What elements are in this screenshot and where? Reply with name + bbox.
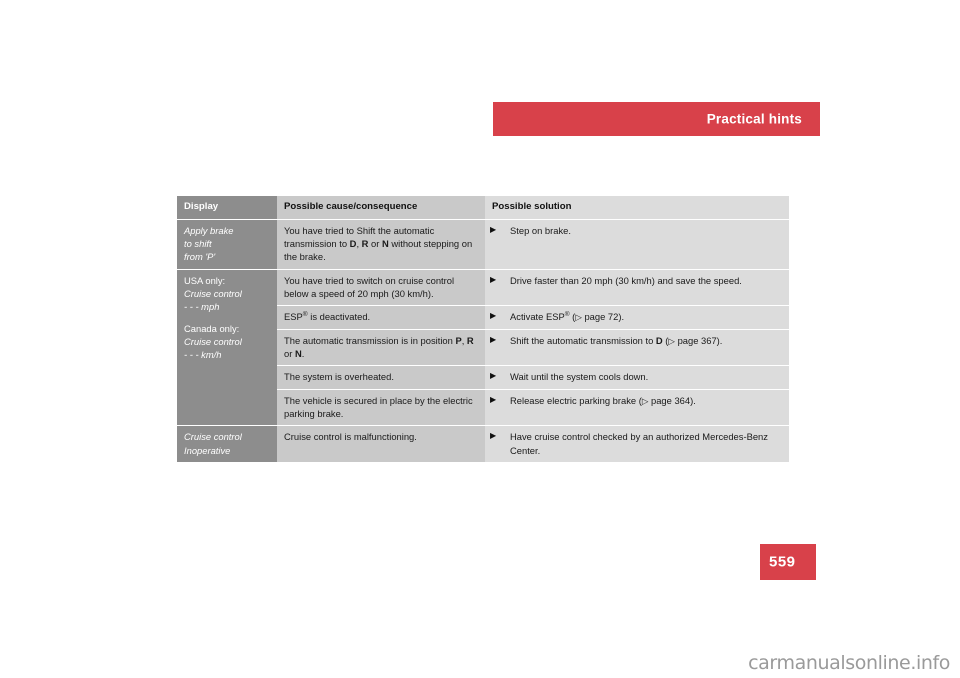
bullet-triangle-icon: ▶ [490, 431, 497, 441]
display-messages-table: Display Possible cause/consequence Possi… [177, 196, 789, 463]
cause-text: Cruise control is malfunctioning. [284, 431, 417, 443]
table-header-row: Display Possible cause/consequence Possi… [177, 196, 789, 220]
cause-text: You have tried to Shift the automatic tr… [284, 224, 473, 263]
cause-cell: You have tried to Shift the automatic tr… [277, 218, 485, 270]
solution-item: ▶ Step on brake. [485, 224, 782, 237]
page-number-block: 559 [760, 544, 816, 580]
display-message-cell: USA only: Cruise control - - - mph Canad… [177, 268, 277, 426]
solution-text: Drive faster than 20 mph (30 km/h) and s… [510, 274, 742, 286]
display-message-line: from 'P' [184, 251, 216, 263]
cause-cell: The automatic transmission is in positio… [277, 328, 485, 366]
solution-text: Activate ESP® (▷ page 72). [510, 311, 625, 323]
solution-item: ▶ Release electric parking brake (▷ page… [485, 394, 782, 407]
display-message-cell: Cruise control Inoperative [177, 425, 277, 463]
display-message-line: Cruise control [184, 336, 242, 348]
table-body: Apply brake to shift from 'P' You have t… [177, 218, 789, 463]
cause-cell: The system is overheated. [277, 365, 485, 390]
cause-text: ESP® is deactivated. [284, 311, 371, 323]
site-watermark: carmanualsonline.info [748, 652, 950, 674]
cause-cell: ESP® is deactivated. [277, 305, 485, 330]
display-message-line: Inoperative [184, 444, 231, 456]
bullet-triangle-icon: ▶ [490, 311, 497, 321]
solution-text: Have cruise control checked by an author… [510, 431, 768, 456]
solution-item: ▶ Drive faster than 20 mph (30 km/h) and… [485, 274, 782, 287]
practical-hints-header-band: Practical hints [493, 102, 820, 136]
cause-cell: Cruise control is malfunctioning. [277, 425, 485, 463]
cause-text: The system is overheated. [284, 371, 394, 383]
display-message-line: to shift [184, 237, 212, 249]
table-row: USA only: Cruise control - - - mph Canad… [177, 268, 789, 426]
page-number: 559 [769, 553, 796, 571]
solution-cell: ▶ Release electric parking brake (▷ page… [485, 388, 789, 426]
solution-cell: ▶ Activate ESP® (▷ page 72). [485, 305, 789, 330]
display-message-cell: Apply brake to shift from 'P' [177, 218, 277, 270]
bullet-triangle-icon: ▶ [490, 371, 497, 381]
display-message-line: Canada only: [184, 322, 240, 334]
column-header-display: Display [177, 196, 277, 220]
display-message-line: - - - km/h [184, 349, 222, 361]
table-header: Display Possible cause/consequence Possi… [177, 196, 789, 220]
display-message-line: Cruise control [184, 287, 242, 299]
cause-text: The automatic transmission is in positio… [284, 334, 474, 360]
table-row: Apply brake to shift from 'P' You have t… [177, 218, 789, 270]
solution-text: Release electric parking brake (▷ page 3… [510, 394, 696, 406]
column-header-possible-solution: Possible solution [485, 196, 789, 220]
cause-text: The vehicle is secured in place by the e… [284, 394, 473, 420]
solution-text: Shift the automatic transmission to D (▷… [510, 334, 723, 346]
solution-item: ▶ Have cruise control checked by an auth… [485, 430, 782, 457]
solution-text: Step on brake. [510, 224, 571, 236]
solution-cell: ▶ Have cruise control checked by an auth… [485, 425, 789, 463]
solution-item: ▶ Shift the automatic transmission to D … [485, 334, 782, 347]
bullet-triangle-icon: ▶ [490, 224, 497, 234]
solution-cell: ▶ Drive faster than 20 mph (30 km/h) and… [485, 268, 789, 306]
solution-item: ▶ Wait until the system cools down. [485, 370, 782, 383]
solution-cell: ▶ Step on brake. [485, 218, 789, 270]
bullet-triangle-icon: ▶ [490, 274, 497, 284]
display-message-line: - - - mph [184, 301, 220, 313]
solution-text: Wait until the system cools down. [510, 371, 649, 383]
display-message-line: USA only: [184, 274, 226, 286]
display-message-spacer [184, 314, 270, 322]
solution-cell: ▶ Shift the automatic transmission to D … [485, 328, 789, 366]
solution-item: ▶ Activate ESP® (▷ page 72). [485, 310, 782, 323]
table-row: Cruise control Inoperative Cruise contro… [177, 425, 789, 463]
bullet-triangle-icon: ▶ [490, 394, 497, 404]
bullet-triangle-icon: ▶ [490, 334, 497, 344]
cause-cell: The vehicle is secured in place by the e… [277, 388, 485, 426]
solution-cell: ▶ Wait until the system cools down. [485, 365, 789, 390]
display-message-line: Apply brake [184, 224, 234, 236]
display-message-line: Cruise control [184, 431, 242, 443]
cause-cell: You have tried to switch on cruise contr… [277, 268, 485, 306]
page-header-title: Practical hints [706, 111, 802, 127]
column-header-possible-cause: Possible cause/consequence [277, 196, 485, 220]
cause-text: You have tried to switch on cruise contr… [284, 274, 455, 299]
